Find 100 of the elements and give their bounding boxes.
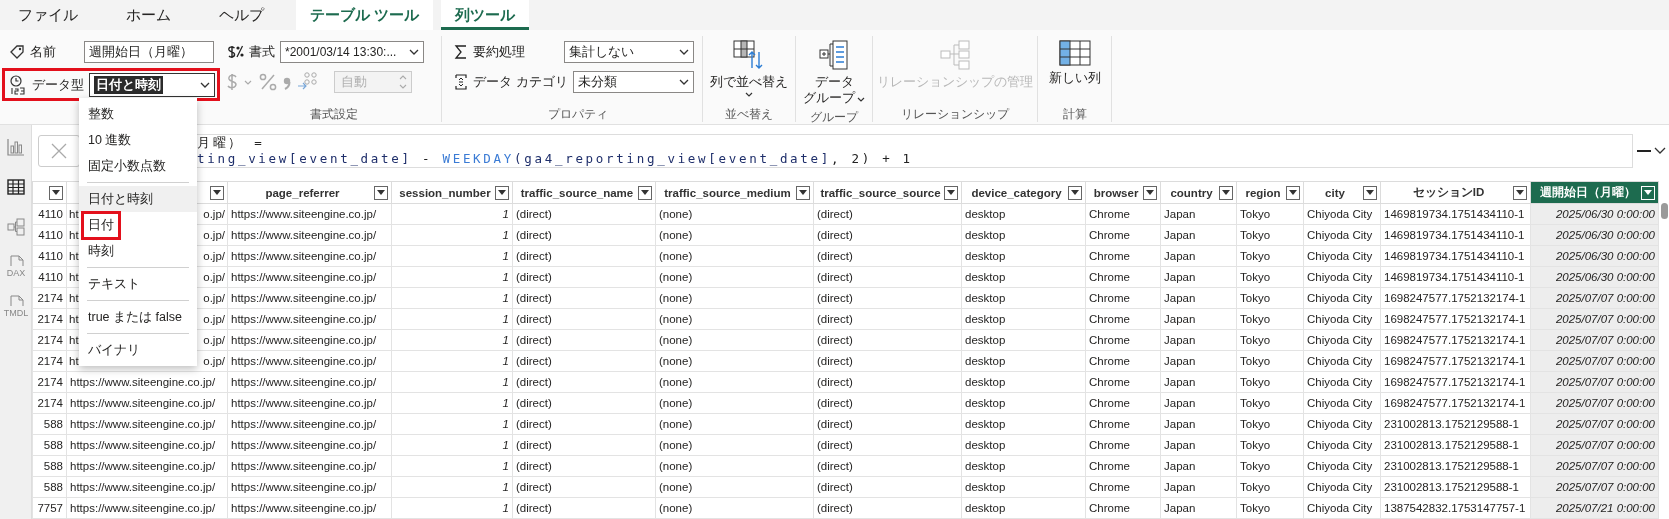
menu-item[interactable]: 固定小数点数: [79, 153, 197, 179]
menu-item[interactable]: 日付: [79, 212, 197, 238]
filter-button[interactable]: [1068, 185, 1082, 200]
table-cell: Japan: [1160, 308, 1237, 330]
ribbon-tab[interactable]: ヘルプ: [203, 0, 280, 30]
table-cell: (direct): [512, 329, 656, 351]
data-category-select[interactable]: 未分類: [572, 71, 694, 93]
filter-button[interactable]: [495, 185, 509, 200]
menu-item[interactable]: 時刻: [79, 238, 197, 264]
filter-button[interactable]: [1513, 185, 1527, 200]
filter-button[interactable]: [944, 185, 958, 200]
ribbon-tab[interactable]: ホーム: [110, 0, 187, 30]
ribbon-tab[interactable]: テーブル ツール: [296, 0, 434, 30]
table-cell: https://www.siteengine.co.jp/: [66, 476, 228, 498]
column-header[interactable]: セッションID: [1380, 181, 1531, 204]
table-cell: https://www.siteengine.co.jp/: [227, 245, 392, 267]
ribbon-tab[interactable]: 列ツール: [441, 0, 530, 30]
table-cell: 1: [391, 371, 513, 393]
column-header[interactable]: traffic_source_medium: [655, 181, 814, 204]
column-header[interactable]: session_number: [391, 181, 513, 204]
filter-button[interactable]: [49, 185, 63, 200]
table-cell: https://www.siteengine.co.jp/: [227, 371, 392, 393]
table-cell: (direct): [813, 203, 962, 225]
report-view-icon[interactable]: [6, 138, 25, 156]
filter-button[interactable]: [210, 185, 224, 200]
table-cell: (none): [655, 308, 814, 330]
table-cell: Chrome: [1085, 497, 1161, 519]
ribbon-button[interactable]: 新しい列: [1044, 38, 1105, 89]
table-cell: (none): [655, 371, 814, 393]
table-cell: (none): [655, 413, 814, 435]
table-cell: 1: [391, 308, 513, 330]
table-cell: 1469819734.1751434110-1: [1380, 266, 1531, 288]
table-cell: Tokyo: [1236, 413, 1304, 435]
cell-text: ht: [69, 208, 79, 220]
table-cell: desktop: [961, 434, 1086, 456]
menu-item[interactable]: 日付と時刻: [79, 186, 197, 212]
summarization-select[interactable]: 集計しない: [564, 41, 694, 63]
group-label: 計算: [1061, 106, 1088, 122]
close-icon: [51, 142, 67, 159]
filter-button[interactable]: [1219, 185, 1233, 200]
table-cell: desktop: [961, 287, 1086, 309]
table-cell: Tokyo: [1236, 329, 1304, 351]
data-type-select[interactable]: 日付と時刻: [89, 72, 215, 97]
table-cell: 1: [391, 476, 513, 498]
table-cell: Tokyo: [1236, 350, 1304, 372]
table-cell: 588: [32, 476, 67, 498]
column-header[interactable]: traffic_source_name: [512, 181, 656, 204]
relationship-icon: [939, 40, 971, 70]
column-header[interactable]: 週開始日（月曜）: [1530, 181, 1659, 204]
table-cell: 1: [391, 455, 513, 477]
column-header[interactable]: browser: [1085, 181, 1161, 204]
caret-icon: [1071, 190, 1079, 195]
table-cell: desktop: [961, 308, 1086, 330]
table-cell: (direct): [813, 245, 962, 267]
table-cell: (direct): [512, 392, 656, 414]
column-header[interactable]: country: [1160, 181, 1237, 204]
caret-icon: [1644, 190, 1652, 195]
ribbon-button[interactable]: データ グループ: [799, 38, 869, 109]
formula-field[interactable]: 月曜） = ting_view[event_date] - WEEKDAY(ga4_reporting_view[event_date], 2) + 1: [197, 133, 1633, 168]
table-cell: Japan: [1160, 350, 1237, 372]
name-field[interactable]: 週開始日（月曜）: [84, 41, 214, 63]
format-select[interactable]: *2001/03/14 13:30:...: [280, 41, 424, 63]
filter-button[interactable]: [1143, 185, 1157, 200]
spinner-arrows-icon: [399, 74, 407, 90]
table-cell: Chiyoda City: [1303, 266, 1381, 288]
table-cell: https://www.siteengine.co.jp/: [227, 476, 392, 498]
chevron-icon[interactable]: [1653, 147, 1666, 154]
caret-icon: [947, 190, 955, 195]
filter-button[interactable]: [1286, 185, 1300, 200]
column-header[interactable]: city: [1303, 181, 1381, 204]
menu-item[interactable]: true または false: [79, 304, 197, 330]
ribbon-button[interactable]: 列で並べ替え: [706, 38, 792, 100]
table-cell: Chiyoda City: [1303, 245, 1381, 267]
caret-icon: [857, 97, 865, 103]
column-header[interactable]: region: [1236, 181, 1304, 204]
group-label: リレーションシップ: [900, 106, 1011, 122]
name-label: 名前: [30, 43, 56, 61]
filter-button[interactable]: [1363, 185, 1377, 200]
filter-button[interactable]: [796, 185, 810, 200]
menu-item[interactable]: バイナリ: [79, 337, 197, 363]
column-header[interactable]: traffic_source_source: [813, 181, 962, 204]
collapse-icon[interactable]: [1636, 148, 1651, 153]
menu-item[interactable]: テキスト: [79, 271, 197, 297]
menu-item[interactable]: 10 進数: [79, 127, 197, 153]
ribbon-tab[interactable]: ファイル: [2, 0, 94, 30]
model-view-icon[interactable]: [6, 218, 25, 236]
table-cell: 588: [32, 434, 67, 456]
filter-button[interactable]: [374, 185, 388, 200]
column-header[interactable]: page_referrer: [227, 181, 392, 204]
table-cell: 1: [391, 287, 513, 309]
caret-icon: [641, 190, 649, 195]
table-cell: desktop: [961, 245, 1086, 267]
table-cell: (none): [655, 476, 814, 498]
filter-button[interactable]: [638, 185, 652, 200]
menu-item[interactable]: 整数: [79, 101, 197, 127]
table-cell: Tokyo: [1236, 245, 1304, 267]
column-header[interactable]: device_category: [961, 181, 1086, 204]
table-cell: Chrome: [1085, 266, 1161, 288]
table-cell: 1: [391, 392, 513, 414]
table-view-icon[interactable]: [6, 179, 25, 195]
